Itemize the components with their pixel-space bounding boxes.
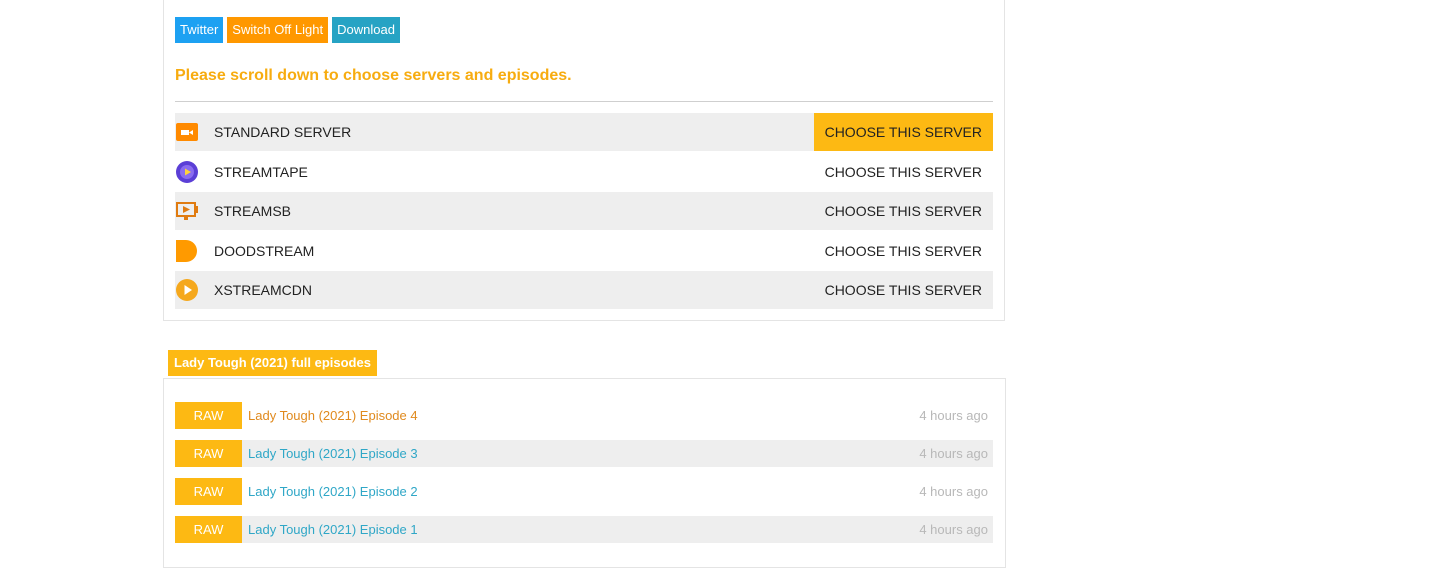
episode-row[interactable]: RAW Lady Tough (2021) Episode 2 4 hours …: [175, 478, 993, 505]
twitter-button[interactable]: Twitter: [175, 17, 224, 43]
raw-badge: RAW: [175, 402, 242, 429]
play-circle-icon: [176, 160, 198, 183]
server-row-streamsb[interactable]: STREAMSB CHOOSE THIS SERVER: [175, 192, 993, 230]
screen-play-icon: [176, 200, 198, 222]
choose-server-button[interactable]: CHOOSE THIS SERVER: [814, 192, 993, 230]
server-name: STREAMSB: [214, 203, 292, 219]
episode-list: RAW Lady Tough (2021) Episode 4 4 hours …: [175, 402, 993, 554]
raw-badge: RAW: [175, 440, 242, 467]
server-name: STREAMTAPE: [214, 163, 308, 180]
choose-server-button[interactable]: CHOOSE THIS SERVER: [813, 113, 993, 151]
choose-server-button[interactable]: CHOOSE THIS SERVER: [814, 153, 993, 191]
episode-row[interactable]: RAW Lady Tough (2021) Episode 4 4 hours …: [175, 402, 993, 429]
choose-server-button[interactable]: CHOOSE THIS SERVER: [814, 232, 993, 270]
server-row-doodstream[interactable]: DOODSTREAM CHOOSE THIS SERVER: [175, 231, 993, 270]
server-name: DOODSTREAM: [214, 242, 315, 259]
share-buttons: Twitter Switch Off Light Download: [175, 17, 400, 43]
dood-d-icon: [176, 239, 198, 262]
server-row-xstreamcdn[interactable]: XSTREAMCDN CHOOSE THIS SERVER: [175, 271, 993, 309]
raw-badge: RAW: [175, 478, 242, 505]
episodes-tab[interactable]: Lady Tough (2021) full episodes: [168, 350, 377, 376]
server-list: STANDARD SERVER CHOOSE THIS SERVER STREA…: [175, 113, 993, 310]
episode-time: 4 hours ago: [919, 446, 988, 461]
episode-link[interactable]: Lady Tough (2021) Episode 1: [248, 522, 919, 537]
play-circle-icon: [176, 279, 198, 301]
episode-link[interactable]: Lady Tough (2021) Episode 2: [248, 484, 919, 499]
divider: [175, 101, 993, 102]
server-row-standard[interactable]: STANDARD SERVER CHOOSE THIS SERVER: [175, 113, 993, 151]
episode-link[interactable]: Lady Tough (2021) Episode 4: [248, 408, 919, 423]
episode-time: 4 hours ago: [919, 408, 988, 423]
raw-badge: RAW: [175, 516, 242, 543]
download-button[interactable]: Download: [332, 17, 400, 43]
episode-row[interactable]: RAW Lady Tough (2021) Episode 3 4 hours …: [175, 440, 993, 467]
switch-off-light-button[interactable]: Switch Off Light: [227, 17, 329, 43]
episode-row[interactable]: RAW Lady Tough (2021) Episode 1 4 hours …: [175, 516, 993, 543]
episode-link[interactable]: Lady Tough (2021) Episode 3: [248, 446, 919, 461]
episode-time: 4 hours ago: [919, 522, 988, 537]
episode-time: 4 hours ago: [919, 484, 988, 499]
scroll-notice: Please scroll down to choose servers and…: [175, 67, 572, 84]
page: Twitter Switch Off Light Download Please…: [0, 0, 1429, 585]
video-camera-icon: [176, 121, 198, 143]
server-name: STANDARD SERVER: [214, 124, 352, 140]
server-row-streamtape[interactable]: STREAMTAPE CHOOSE THIS SERVER: [175, 152, 993, 191]
server-name: XSTREAMCDN: [214, 282, 313, 298]
choose-server-button[interactable]: CHOOSE THIS SERVER: [814, 271, 993, 309]
